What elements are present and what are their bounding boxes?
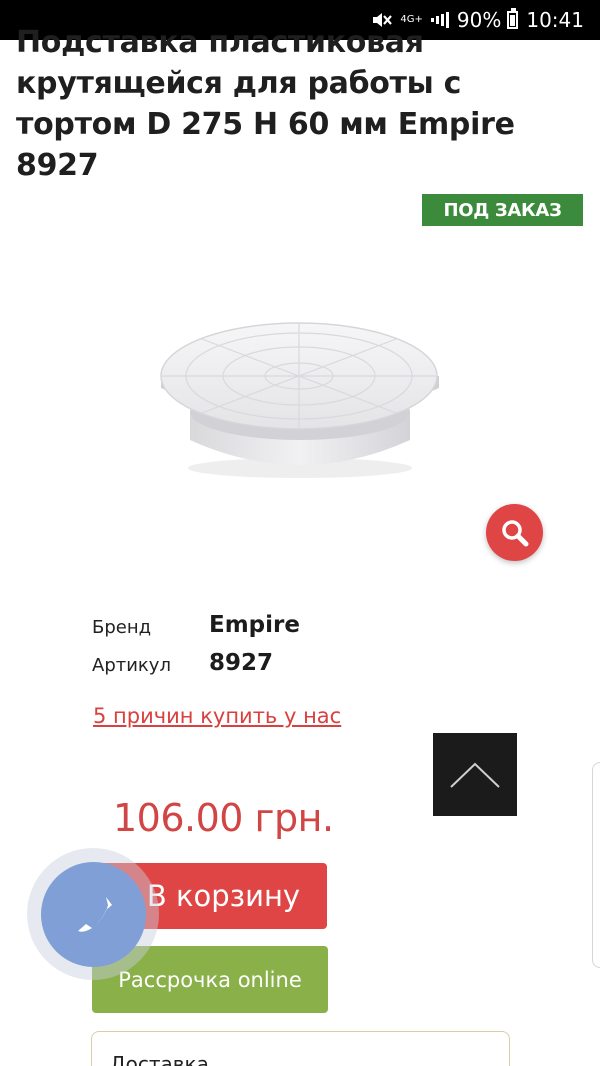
- delivery-label: Доставка: [110, 1052, 209, 1066]
- phone-icon: [77, 896, 112, 932]
- chevron-up-icon: [450, 762, 500, 788]
- zoom-button[interactable]: [486, 504, 543, 561]
- scroll-to-top-button[interactable]: [433, 733, 517, 816]
- spec-value-article: 8927: [209, 650, 274, 676]
- spec-label-article: Артикул: [92, 655, 171, 676]
- price: 106.00 грн.: [113, 796, 334, 840]
- reasons-link[interactable]: 5 причин купить у нас: [93, 704, 341, 728]
- product-image[interactable]: [150, 300, 450, 490]
- availability-badge: ПОД ЗАКАЗ: [422, 194, 583, 226]
- spec-row-brand: Бренд Empire: [92, 612, 300, 638]
- side-panel-tab[interactable]: [592, 762, 600, 968]
- spec-row-article: Артикул 8927: [92, 650, 273, 676]
- spec-value-brand: Empire: [209, 612, 300, 638]
- product-title: Подставка пластиковая крутящейся для раб…: [16, 25, 515, 183]
- callback-button[interactable]: [41, 862, 146, 967]
- magnifier-icon: [501, 519, 528, 546]
- spec-label-brand: Бренд: [92, 617, 152, 638]
